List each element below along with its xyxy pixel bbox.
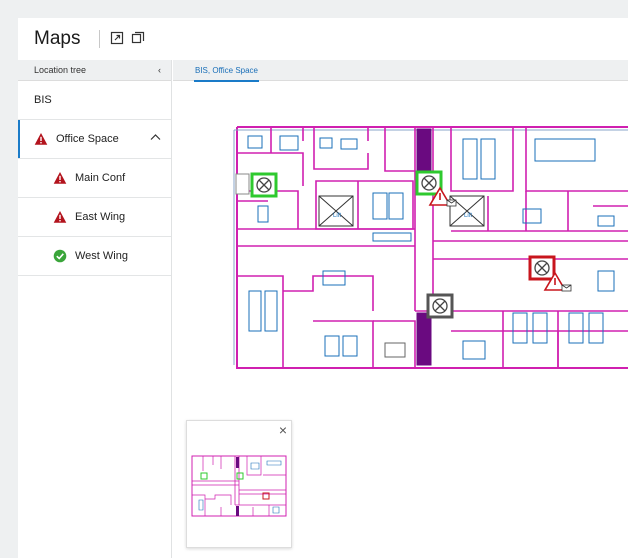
smoke-detector-2[interactable] — [415, 170, 443, 196]
location-tree-panel: Location tree ‹ BIS Office Space Main Co… — [18, 60, 172, 558]
tree-item-west-wing[interactable]: West Wing — [18, 237, 171, 276]
tree-item-east-wing[interactable]: East Wing — [18, 198, 171, 237]
tree-item-label: Main Conf — [75, 172, 126, 184]
maps-app: Maps Location tree ‹ BIS Office Space Ma… — [18, 18, 628, 558]
expand-icon[interactable] — [110, 31, 124, 45]
location-tree-header: Location tree ‹ — [18, 60, 171, 81]
svg-text:Lift: Lift — [333, 213, 341, 219]
minimap[interactable]: × — [186, 420, 292, 548]
duplicate-window-icon[interactable] — [131, 31, 145, 45]
map-tab-bar: BIS, Office Space — [173, 60, 628, 82]
header-divider — [99, 30, 100, 48]
location-tree-heading: Location tree — [34, 65, 87, 75]
tree-item-label: Office Space — [56, 133, 119, 145]
svg-text:Lift: Lift — [464, 213, 472, 219]
lift-shaft — [318, 195, 485, 227]
collapse-panel-icon[interactable]: ‹ — [158, 65, 161, 75]
page-title: Maps — [34, 28, 81, 49]
alarm-warning-icon — [53, 211, 67, 223]
map-main-panel: BIS, Office Space Lift Lift × — [173, 60, 628, 558]
tree-item-main-conf[interactable]: Main Conf — [18, 159, 171, 198]
map-canvas[interactable]: Lift Lift × — [173, 81, 628, 558]
minimap-floor-plan — [191, 455, 287, 517]
smoke-detector-1[interactable] — [250, 172, 278, 198]
close-icon[interactable]: × — [279, 423, 287, 437]
chevron-up-icon[interactable] — [150, 132, 161, 144]
tree-item-label: BIS — [34, 94, 52, 106]
smoke-detector-alarm[interactable] — [528, 255, 556, 281]
tree-item-office-space[interactable]: Office Space — [18, 120, 171, 159]
tree-item-label: West Wing — [75, 250, 128, 262]
tab-bis-office-space[interactable]: BIS, Office Space — [194, 60, 259, 82]
ok-checkmark-icon — [53, 249, 67, 263]
tree-item-bis[interactable]: BIS — [18, 81, 171, 120]
tree-item-label: East Wing — [75, 211, 126, 223]
staircase — [416, 128, 432, 366]
alarm-warning-icon — [34, 133, 48, 145]
alarm-warning-icon — [53, 172, 67, 184]
app-header: Maps — [18, 18, 628, 60]
smoke-detector-4[interactable] — [426, 293, 454, 319]
